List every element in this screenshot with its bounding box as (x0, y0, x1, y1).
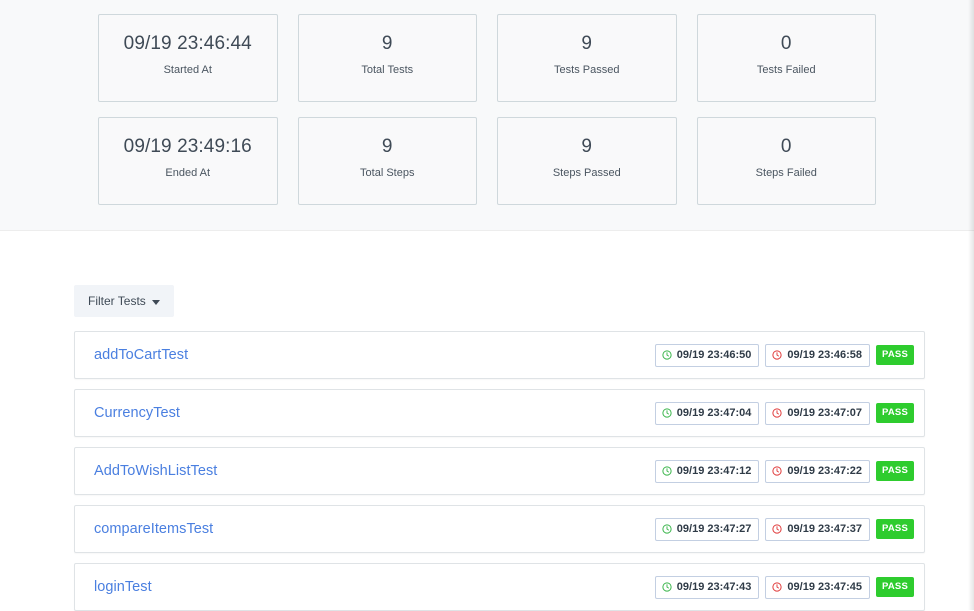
summary-card-started-at: 09/19 23:46:44 Started At (98, 14, 278, 102)
status-badge: PASS (876, 403, 914, 423)
summary-card-tests-failed: 0 Tests Failed (696, 14, 876, 102)
start-time-badge: 09/19 23:47:27 (654, 517, 760, 541)
summary-section: 09/19 23:46:44 Started At 9 Total Tests … (0, 0, 974, 231)
filter-tests-label: Filter Tests (88, 294, 146, 308)
start-time-text: 09/19 23:47:27 (676, 522, 752, 535)
report-page: 09/19 23:46:44 Started At 9 Total Tests … (0, 0, 974, 611)
summary-card-value: 9 (581, 33, 593, 54)
end-time-badge: 09/19 23:47:37 (765, 517, 871, 541)
summary-card-label: Total Tests (361, 64, 414, 76)
summary-card-value: 0 (780, 136, 792, 157)
summary-card-label: Steps Failed (755, 167, 817, 179)
status-badge: PASS (876, 577, 914, 597)
test-row[interactable]: addToCartTest 09/19 23:46:50 09/19 23:46… (74, 331, 925, 379)
summary-card-label: Ended At (165, 167, 211, 179)
summary-card-total-tests: 9 Total Tests (297, 14, 477, 102)
start-time-badge: 09/19 23:47:04 (654, 401, 760, 425)
start-time-text: 09/19 23:47:04 (676, 406, 752, 419)
test-row[interactable]: AddToWishListTest 09/19 23:47:12 09/19 2… (74, 447, 925, 495)
start-time-text: 09/19 23:47:12 (676, 464, 752, 477)
summary-card-label: Total Steps (360, 167, 415, 179)
test-row[interactable]: compareItemsTest 09/19 23:47:27 09/19 23… (74, 505, 925, 553)
test-meta: 09/19 23:47:43 09/19 23:47:45 PASS (654, 575, 914, 599)
summary-card-value: 9 (381, 33, 393, 54)
status-badge: PASS (876, 519, 914, 539)
summary-card-steps-failed: 0 Steps Failed (696, 117, 876, 205)
summary-card-value: 9 (381, 136, 393, 157)
tests-section: Filter Tests addToCartTest 09/19 23:46:5… (0, 231, 974, 611)
summary-card-label: Started At (163, 64, 212, 76)
clock-start-icon (662, 408, 672, 418)
summary-card-value: 09/19 23:46:44 (123, 33, 252, 54)
test-meta: 09/19 23:47:27 09/19 23:47:37 PASS (654, 517, 914, 541)
clock-end-icon (772, 466, 783, 476)
filter-tests-button[interactable]: Filter Tests (74, 285, 174, 317)
test-row[interactable]: CurrencyTest 09/19 23:47:04 09/19 23:47:… (74, 389, 925, 437)
summary-card-row-2: 09/19 23:49:16 Ended At 9 Total Steps 9 … (0, 117, 974, 205)
end-time-text: 09/19 23:47:07 (787, 406, 863, 419)
test-name-link[interactable]: addToCartTest (94, 346, 188, 364)
start-time-badge: 09/19 23:47:43 (654, 575, 760, 599)
end-time-text: 09/19 23:47:45 (787, 580, 863, 593)
test-name-link[interactable]: CurrencyTest (94, 404, 180, 422)
clock-start-icon (662, 582, 672, 592)
summary-card-label: Tests Failed (756, 64, 816, 76)
summary-card-row-1: 09/19 23:46:44 Started At 9 Total Tests … (0, 14, 974, 102)
summary-card-tests-passed: 9 Tests Passed (497, 14, 677, 102)
start-time-badge: 09/19 23:47:12 (654, 459, 760, 483)
summary-card-steps-passed: 9 Steps Passed (497, 117, 677, 205)
clock-end-icon (772, 350, 783, 360)
start-time-badge: 09/19 23:46:50 (654, 343, 760, 367)
clock-end-icon (772, 582, 783, 592)
test-meta: 09/19 23:47:12 09/19 23:47:22 PASS (654, 459, 914, 483)
end-time-text: 09/19 23:47:37 (787, 522, 863, 535)
summary-card-label: Tests Passed (554, 64, 620, 76)
end-time-badge: 09/19 23:47:45 (765, 575, 871, 599)
chevron-down-icon (151, 299, 160, 305)
end-time-badge: 09/19 23:47:07 (765, 401, 871, 425)
clock-start-icon (662, 524, 672, 534)
status-badge: PASS (876, 461, 914, 481)
test-name-link[interactable]: compareItemsTest (94, 520, 213, 538)
start-time-text: 09/19 23:47:43 (676, 580, 752, 593)
clock-start-icon (662, 350, 672, 360)
status-badge: PASS (876, 345, 914, 365)
start-time-text: 09/19 23:46:50 (676, 348, 752, 361)
clock-start-icon (662, 466, 672, 476)
test-list: addToCartTest 09/19 23:46:50 09/19 23:46… (0, 331, 974, 611)
summary-card-value: 9 (581, 136, 593, 157)
summary-card-total-steps: 9 Total Steps (297, 117, 477, 205)
end-time-badge: 09/19 23:46:58 (765, 343, 871, 367)
summary-card-ended-at: 09/19 23:49:16 Ended At (98, 117, 278, 205)
end-time-text: 09/19 23:46:58 (787, 348, 863, 361)
clock-end-icon (772, 408, 783, 418)
filter-bar: Filter Tests (0, 231, 974, 317)
test-meta: 09/19 23:47:04 09/19 23:47:07 PASS (654, 401, 914, 425)
test-name-link[interactable]: loginTest (94, 578, 152, 596)
summary-card-value: 0 (780, 33, 792, 54)
summary-card-label: Steps Passed (552, 167, 621, 179)
summary-card-value: 09/19 23:49:16 (123, 136, 252, 157)
test-row[interactable]: loginTest 09/19 23:47:43 09/19 23:47:45 … (74, 563, 925, 611)
end-time-badge: 09/19 23:47:22 (765, 459, 871, 483)
clock-end-icon (772, 524, 783, 534)
end-time-text: 09/19 23:47:22 (787, 464, 863, 477)
test-meta: 09/19 23:46:50 09/19 23:46:58 PASS (654, 343, 914, 367)
test-name-link[interactable]: AddToWishListTest (94, 462, 217, 480)
